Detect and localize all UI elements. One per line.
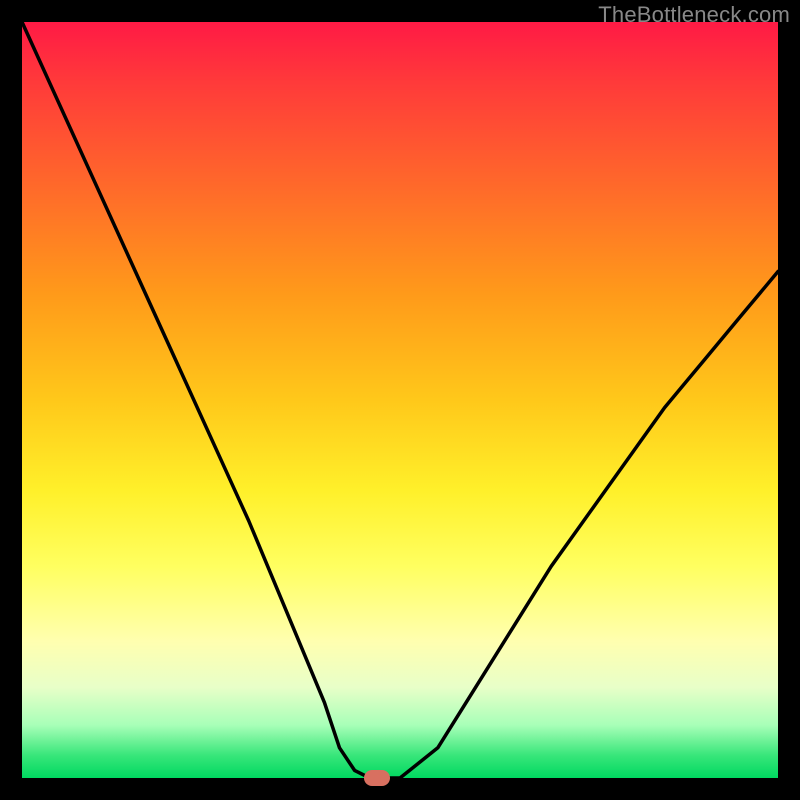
bottleneck-curve [22, 22, 778, 778]
chart-frame: TheBottleneck.com [0, 0, 800, 800]
chart-plot-area [22, 22, 778, 778]
optimal-point-marker [364, 770, 390, 786]
watermark-text: TheBottleneck.com [598, 2, 790, 28]
